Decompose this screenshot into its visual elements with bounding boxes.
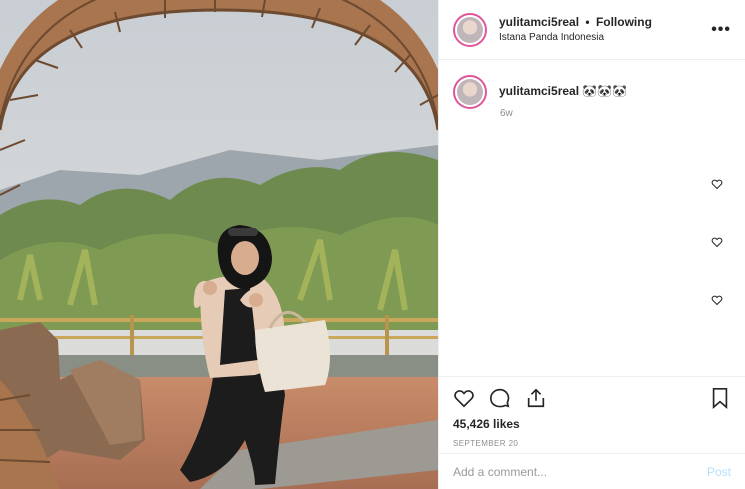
post-date: September 20 <box>453 439 519 448</box>
action-icons <box>453 385 731 411</box>
caption-username[interactable]: yulitamci5real <box>499 84 579 98</box>
post-sidebar: yulitamci5real • Following Istana Panda … <box>438 0 745 489</box>
more-icon[interactable]: ••• <box>711 21 731 39</box>
author-username[interactable]: yulitamci5real <box>499 15 579 29</box>
comment-box: Post <box>439 453 745 489</box>
comment-icon[interactable] <box>489 387 511 409</box>
separator-dot: • <box>585 14 590 29</box>
instagram-post: yulitamci5real • Following Istana Panda … <box>0 0 745 489</box>
comment-like-heart-icon[interactable] <box>711 294 723 306</box>
post-header: yulitamci5real • Following Istana Panda … <box>439 0 745 60</box>
caption-emoji: 🐼🐼🐼 <box>582 84 628 98</box>
heart-icon[interactable] <box>453 387 475 409</box>
post-comment-button[interactable]: Post <box>707 465 731 479</box>
follow-status[interactable]: Following <box>596 15 652 29</box>
comment-like-heart-icon[interactable] <box>711 236 723 248</box>
comment-input[interactable] <box>453 464 707 479</box>
caption-row: yulitamci5real 🐼🐼🐼 <box>439 61 745 109</box>
bookmark-icon[interactable] <box>709 387 731 409</box>
comment-like-heart-icon[interactable] <box>711 178 723 190</box>
comments-area: yulitamci5real 🐼🐼🐼 6w <box>439 61 745 375</box>
header-text: yulitamci5real • Following Istana Panda … <box>499 15 711 45</box>
share-icon[interactable] <box>525 387 547 409</box>
caption-text: yulitamci5real 🐼🐼🐼 <box>499 84 627 98</box>
post-photo[interactable] <box>0 0 438 489</box>
caption-avatar[interactable] <box>453 75 487 109</box>
author-avatar[interactable] <box>453 12 487 47</box>
photo-scene <box>0 0 438 489</box>
caption-time: 6w <box>500 108 513 119</box>
post-location[interactable]: Istana Panda Indonesia <box>499 30 711 45</box>
action-bar: 45,426 likes September 20 <box>439 376 745 452</box>
header-line: yulitamci5real • Following <box>499 15 711 30</box>
likes-count[interactable]: 45,426 likes <box>453 417 731 431</box>
